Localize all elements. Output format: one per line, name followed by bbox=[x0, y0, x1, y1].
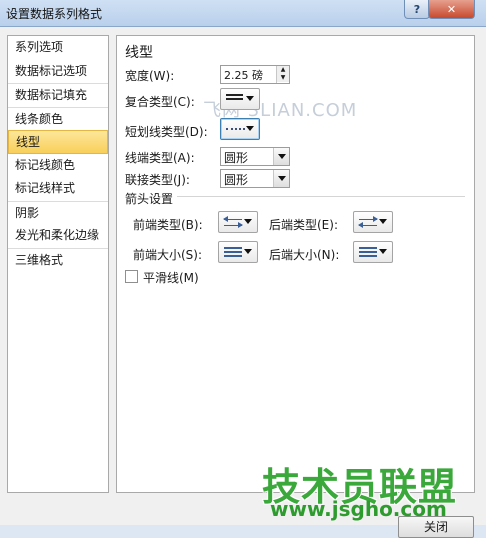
spin-down-icon[interactable]: ▼ bbox=[277, 74, 289, 82]
close-icon: ✕ bbox=[446, 2, 457, 16]
sidebar-item-marker-options[interactable]: 数据标记选项 bbox=[8, 60, 108, 84]
window-close-button[interactable]: ✕ bbox=[428, 0, 475, 19]
sidebar-item-marker-line-color[interactable]: 标记线颜色 bbox=[8, 154, 108, 178]
sidebar-item-shadow[interactable]: 阴影 bbox=[8, 200, 108, 225]
width-spin-arrows[interactable]: ▲ ▼ bbox=[276, 66, 289, 83]
section-divider bbox=[177, 196, 465, 197]
begin-size-label: 前端大小(S): bbox=[133, 248, 203, 262]
dialog-body: 系列选项 数据标记选项 数据标记填充 线条颜色 线型 标记线颜色 标记线样式 阴… bbox=[0, 26, 486, 538]
smooth-line-checkbox[interactable] bbox=[125, 270, 138, 283]
join-type-select[interactable]: 圆形 bbox=[220, 169, 290, 188]
begin-arrow-type-dropdown[interactable] bbox=[218, 211, 258, 233]
title-bar: 设置数据系列格式 ? ✕ bbox=[0, 0, 486, 26]
chevron-down-icon bbox=[278, 154, 286, 159]
width-value: 2.25 磅 bbox=[224, 69, 263, 82]
arrow-type-icon bbox=[358, 216, 378, 228]
compound-type-dropdown[interactable] bbox=[220, 88, 260, 110]
chevron-down-icon bbox=[244, 219, 252, 224]
cap-type-select[interactable]: 圆形 bbox=[220, 147, 290, 166]
spin-up-icon[interactable]: ▲ bbox=[277, 66, 289, 74]
end-arrow-type-dropdown[interactable] bbox=[353, 211, 393, 233]
cap-type-label: 线端类型(A): bbox=[125, 151, 195, 165]
dash-pattern-icon bbox=[226, 128, 245, 130]
help-icon: ? bbox=[413, 2, 421, 16]
window-title: 设置数据系列格式 bbox=[6, 7, 103, 21]
sidebar-item-line-color[interactable]: 线条颜色 bbox=[8, 106, 108, 131]
width-label: 宽度(W): bbox=[125, 69, 175, 83]
begin-type-label: 前端类型(B): bbox=[133, 218, 203, 232]
chevron-down-icon bbox=[379, 249, 387, 254]
arrow-size-icon bbox=[224, 247, 242, 257]
smooth-line-label[interactable]: 平滑线(M) bbox=[143, 269, 199, 286]
chevron-down-icon bbox=[379, 219, 387, 224]
sidebar-item-marker-line-style[interactable]: 标记线样式 bbox=[8, 177, 108, 201]
sidebar-item-glow-soft-edges[interactable]: 发光和柔化边缘 bbox=[8, 224, 108, 248]
sidebar-item-line-style[interactable]: 线型 bbox=[8, 130, 108, 154]
end-type-label: 后端类型(E): bbox=[269, 218, 338, 232]
compound-type-label: 复合类型(C): bbox=[125, 95, 195, 109]
category-list: 系列选项 数据标记选项 数据标记填充 线条颜色 线型 标记线颜色 标记线样式 阴… bbox=[7, 35, 109, 493]
arrow-settings-heading: 箭头设置 bbox=[125, 192, 174, 206]
compound-lines-icon bbox=[226, 94, 243, 104]
chevron-down-icon bbox=[246, 96, 254, 101]
pane-heading: 线型 bbox=[125, 45, 153, 61]
chevron-down-icon bbox=[244, 249, 252, 254]
join-type-label: 联接类型(J): bbox=[125, 173, 190, 187]
sidebar-item-3d-format[interactable]: 三维格式 bbox=[8, 247, 108, 272]
dash-type-dropdown[interactable] bbox=[220, 118, 260, 140]
join-type-select-button[interactable] bbox=[273, 170, 289, 187]
help-button[interactable]: ? bbox=[404, 0, 430, 19]
arrow-type-icon bbox=[223, 216, 243, 228]
end-size-label: 后端大小(N): bbox=[269, 248, 340, 262]
dash-type-label: 短划线类型(D): bbox=[125, 125, 208, 139]
watermark-url: www.jsgho.com bbox=[270, 497, 447, 521]
begin-arrow-size-dropdown[interactable] bbox=[218, 241, 258, 263]
sidebar-item-series-options[interactable]: 系列选项 bbox=[8, 36, 108, 60]
cap-type-value: 圆形 bbox=[224, 151, 249, 165]
join-type-value: 圆形 bbox=[224, 173, 249, 187]
chevron-down-icon bbox=[246, 126, 254, 131]
line-style-pane: 线型 飞网 3LIAN.COM 宽度(W): 2.25 磅 ▲ ▼ 复合类型(C)… bbox=[116, 35, 475, 493]
sidebar-item-marker-fill[interactable]: 数据标记填充 bbox=[8, 83, 108, 107]
end-arrow-size-dropdown[interactable] bbox=[353, 241, 393, 263]
arrow-size-icon bbox=[359, 247, 377, 257]
width-spinner[interactable]: 2.25 磅 ▲ ▼ bbox=[220, 65, 290, 84]
cap-type-select-button[interactable] bbox=[273, 148, 289, 165]
chevron-down-icon bbox=[278, 176, 286, 181]
